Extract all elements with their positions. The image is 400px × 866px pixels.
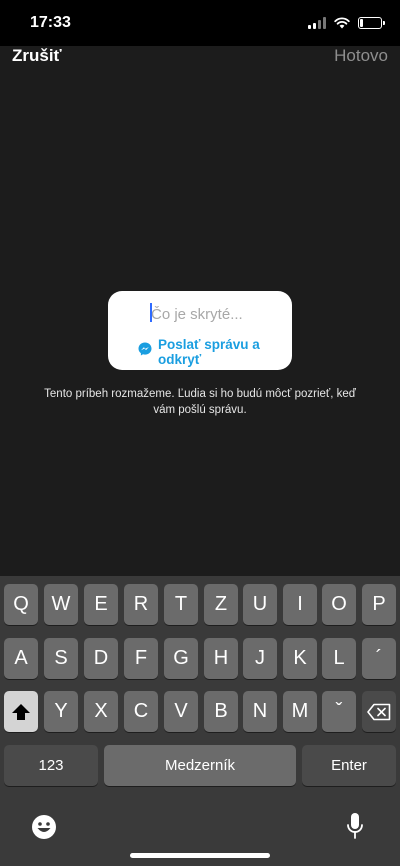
hidden-content-input[interactable] <box>108 291 292 331</box>
key[interactable]: E <box>84 584 118 625</box>
shift-icon <box>12 703 30 720</box>
status-time: 17:33 <box>30 14 71 31</box>
shift-key[interactable] <box>4 691 38 732</box>
key[interactable]: W <box>44 584 78 625</box>
battery-icon <box>358 17 385 29</box>
backspace-icon <box>367 703 391 720</box>
key[interactable]: H <box>204 638 238 679</box>
key[interactable]: J <box>243 638 277 679</box>
key[interactable]: F <box>124 638 158 679</box>
key[interactable]: A <box>4 638 38 679</box>
text-caret <box>150 303 152 322</box>
key[interactable]: N <box>243 691 277 732</box>
microphone-icon[interactable] <box>346 812 364 845</box>
status-bar: 17:33 <box>0 0 400 46</box>
emoji-icon[interactable] <box>31 814 57 845</box>
key[interactable]: T <box>164 584 198 625</box>
key[interactable]: ˇ <box>322 691 356 732</box>
key[interactable]: R <box>124 584 158 625</box>
key[interactable]: B <box>204 691 238 732</box>
key[interactable]: M <box>283 691 317 732</box>
key[interactable]: U <box>243 584 277 625</box>
wifi-icon <box>334 17 350 29</box>
send-message-reveal[interactable]: Poslať správu a odkryť <box>138 337 288 367</box>
backspace-key[interactable] <box>362 691 396 732</box>
key[interactable]: O <box>322 584 356 625</box>
keyboard: Q W E R T Z U I O P A S D F G H J K L ´ … <box>0 576 400 866</box>
key[interactable]: X <box>84 691 118 732</box>
key[interactable]: D <box>84 638 118 679</box>
key[interactable]: Q <box>4 584 38 625</box>
status-icons <box>308 16 385 30</box>
space-key[interactable]: Medzerník <box>104 745 296 786</box>
key[interactable]: K <box>283 638 317 679</box>
hidden-content-sticker[interactable]: Poslať správu a odkryť <box>108 291 292 370</box>
numbers-key[interactable]: 123 <box>4 745 98 786</box>
send-reveal-label: Poslať správu a odkryť <box>158 337 260 367</box>
key[interactable]: I <box>283 584 317 625</box>
key[interactable]: P <box>362 584 396 625</box>
signal-icon <box>308 17 326 29</box>
story-editor: Zrušiť Hotovo Poslať správu a odkryť Ten… <box>0 46 400 576</box>
key[interactable]: C <box>124 691 158 732</box>
key[interactable]: G <box>164 638 198 679</box>
home-indicator[interactable] <box>130 853 270 858</box>
key[interactable]: L <box>322 638 356 679</box>
blur-notice: Tento príbeh rozmažeme. Ľudia si ho budú… <box>44 388 356 416</box>
key[interactable]: S <box>44 638 78 679</box>
done-button[interactable]: Hotovo <box>334 46 388 66</box>
cancel-button[interactable]: Zrušiť <box>12 46 62 66</box>
key[interactable]: ´ <box>362 638 396 679</box>
key[interactable]: V <box>164 691 198 732</box>
key[interactable]: Y <box>44 691 78 732</box>
key[interactable]: Z <box>204 584 238 625</box>
enter-key[interactable]: Enter <box>302 745 396 786</box>
messenger-icon <box>138 342 152 361</box>
